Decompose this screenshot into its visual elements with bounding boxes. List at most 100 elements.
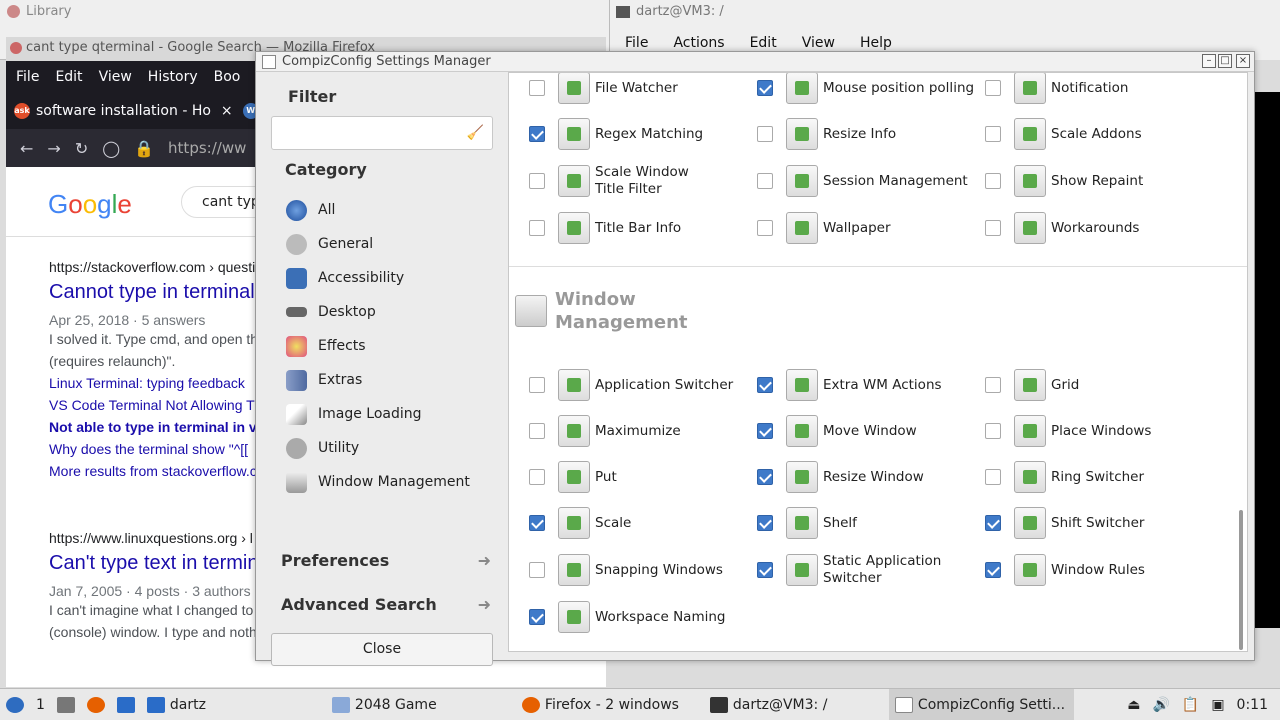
plugin-checkbox[interactable] bbox=[985, 220, 1001, 236]
plugin-item[interactable]: Title Bar Info bbox=[529, 210, 757, 246]
plugin-checkbox[interactable] bbox=[529, 220, 545, 236]
plugin-item[interactable]: Put bbox=[529, 459, 757, 495]
plugin-item[interactable]: Notification bbox=[985, 73, 1213, 106]
ff-menu-bookmarks[interactable]: Boo bbox=[214, 69, 241, 85]
category-image-loading[interactable]: Image Loading bbox=[286, 397, 470, 431]
ccsm-titlebar[interactable]: CompizConfig Settings Manager – □ × bbox=[256, 52, 1254, 72]
plugin-checkbox[interactable] bbox=[985, 173, 1001, 189]
plugin-checkbox[interactable] bbox=[757, 562, 773, 578]
close-icon[interactable]: × bbox=[1236, 54, 1250, 68]
category-window-management[interactable]: Window Management bbox=[286, 465, 470, 499]
plugin-checkbox[interactable] bbox=[529, 377, 545, 393]
network-icon[interactable]: ▣ bbox=[1211, 697, 1224, 713]
volume-icon[interactable]: 🔊 bbox=[1152, 697, 1169, 713]
plugin-item[interactable]: Mouse position polling bbox=[757, 73, 985, 106]
scrollbar[interactable] bbox=[1239, 510, 1243, 650]
category-extras[interactable]: Extras bbox=[286, 363, 470, 397]
plugin-checkbox[interactable] bbox=[757, 126, 773, 142]
plugin-checkbox[interactable] bbox=[985, 377, 1001, 393]
category-effects[interactable]: Effects bbox=[286, 329, 470, 363]
term-menu-file[interactable]: File bbox=[625, 35, 648, 51]
clipboard-icon[interactable]: 📋 bbox=[1182, 697, 1199, 713]
plugin-checkbox[interactable] bbox=[757, 515, 773, 531]
plugin-item[interactable]: Window Rules bbox=[985, 552, 1213, 588]
preferences-link[interactable]: Preferences ➜ bbox=[281, 551, 491, 570]
plugin-item[interactable]: Workarounds bbox=[985, 210, 1213, 246]
plugin-checkbox[interactable] bbox=[757, 423, 773, 439]
plugin-checkbox[interactable] bbox=[529, 609, 545, 625]
filter-input[interactable]: 🧹 bbox=[271, 116, 493, 150]
result-sublink[interactable]: VS Code Terminal Not Allowing T bbox=[49, 394, 258, 416]
plugin-item[interactable]: Extra WM Actions bbox=[757, 367, 985, 403]
plugin-item[interactable]: Shift Switcher bbox=[985, 505, 1213, 541]
task-terminal[interactable]: dartz@VM3: / bbox=[704, 689, 889, 720]
plugin-checkbox[interactable] bbox=[529, 423, 545, 439]
plugin-item[interactable]: Resize Info bbox=[757, 116, 985, 152]
category-desktop[interactable]: Desktop bbox=[286, 295, 470, 329]
plugin-item[interactable]: Grid bbox=[985, 367, 1213, 403]
workspace-switcher[interactable]: 1 bbox=[30, 689, 51, 720]
category-accessibility[interactable]: Accessibility bbox=[286, 261, 470, 295]
result-sublink[interactable]: Linux Terminal: typing feedback bbox=[49, 372, 258, 394]
advanced-search-link[interactable]: Advanced Search ➜ bbox=[281, 595, 491, 614]
category-all[interactable]: All bbox=[286, 193, 470, 227]
quicklaunch-desktop[interactable] bbox=[111, 689, 141, 720]
clock[interactable]: 0:11 bbox=[1237, 697, 1268, 713]
plugin-checkbox[interactable] bbox=[529, 562, 545, 578]
result-sublink[interactable]: Not able to type in terminal in v bbox=[49, 416, 258, 438]
task-firefox[interactable]: Firefox - 2 windows bbox=[516, 689, 704, 720]
result-sublink[interactable]: Why does the terminal show "^[[ bbox=[49, 438, 258, 460]
task-2048[interactable]: 2048 Game bbox=[326, 689, 516, 720]
term-menu-help[interactable]: Help bbox=[860, 35, 892, 51]
tab-close-icon[interactable]: × bbox=[221, 103, 233, 119]
plugin-item[interactable]: Maximumize bbox=[529, 413, 757, 449]
category-utility[interactable]: Utility bbox=[286, 431, 470, 465]
maximize-icon[interactable]: □ bbox=[1218, 54, 1232, 68]
plugin-item[interactable]: Place Windows bbox=[985, 413, 1213, 449]
term-menu-view[interactable]: View bbox=[802, 35, 835, 51]
plugin-item[interactable]: Shelf bbox=[757, 505, 985, 541]
shield-icon[interactable]: ◯ bbox=[102, 139, 120, 158]
term-menu-edit[interactable]: Edit bbox=[750, 35, 777, 51]
term-menu-actions[interactable]: Actions bbox=[673, 35, 724, 51]
plugin-checkbox[interactable] bbox=[985, 469, 1001, 485]
terminal-body[interactable] bbox=[1254, 92, 1280, 628]
plugin-checkbox[interactable] bbox=[757, 469, 773, 485]
google-logo[interactable]: Google bbox=[48, 189, 132, 220]
ff-menu-edit[interactable]: Edit bbox=[55, 69, 82, 85]
ff-menu-view[interactable]: View bbox=[99, 69, 132, 85]
ff-tab-1[interactable]: ask software installation - Ho × bbox=[14, 103, 233, 119]
clear-filter-icon[interactable]: 🧹 bbox=[467, 125, 484, 141]
plugin-item[interactable]: Resize Window bbox=[757, 459, 985, 495]
plugin-checkbox[interactable] bbox=[529, 80, 545, 96]
plugin-item[interactable]: Move Window bbox=[757, 413, 985, 449]
reload-icon[interactable]: ↻ bbox=[75, 139, 88, 158]
plugin-item[interactable]: Workspace Naming bbox=[529, 599, 757, 635]
plugin-checkbox[interactable] bbox=[985, 515, 1001, 531]
plugin-checkbox[interactable] bbox=[529, 173, 545, 189]
plugin-checkbox[interactable] bbox=[985, 423, 1001, 439]
plugin-checkbox[interactable] bbox=[985, 126, 1001, 142]
plugin-item[interactable]: Scale bbox=[529, 505, 757, 541]
back-icon[interactable]: ← bbox=[20, 139, 33, 158]
plugin-item[interactable]: Static Application Switcher bbox=[757, 552, 985, 588]
plugin-checkbox[interactable] bbox=[757, 220, 773, 236]
task-dartz[interactable]: dartz bbox=[141, 689, 326, 720]
plugin-item[interactable]: Scale Addons bbox=[985, 116, 1213, 152]
ff-menu-history[interactable]: History bbox=[148, 69, 198, 85]
close-button[interactable]: Close bbox=[271, 633, 493, 666]
plugin-checkbox[interactable] bbox=[757, 80, 773, 96]
plugin-checkbox[interactable] bbox=[757, 173, 773, 189]
quicklaunch-files[interactable] bbox=[51, 689, 81, 720]
task-ccsm[interactable]: CompizConfig Setti... bbox=[888, 688, 1074, 720]
minimize-icon[interactable]: – bbox=[1202, 54, 1216, 68]
start-menu-button[interactable] bbox=[0, 689, 30, 720]
plugin-checkbox[interactable] bbox=[985, 562, 1001, 578]
plugin-checkbox[interactable] bbox=[529, 515, 545, 531]
plugin-item[interactable]: Snapping Windows bbox=[529, 552, 757, 588]
quicklaunch-firefox[interactable] bbox=[81, 689, 111, 720]
url-bar[interactable]: https://ww bbox=[168, 139, 246, 157]
plugin-item[interactable]: Session Management bbox=[757, 163, 985, 199]
terminal-titlebar[interactable]: dartz@VM3: / bbox=[616, 4, 724, 19]
ff-menu-file[interactable]: File bbox=[16, 69, 39, 85]
